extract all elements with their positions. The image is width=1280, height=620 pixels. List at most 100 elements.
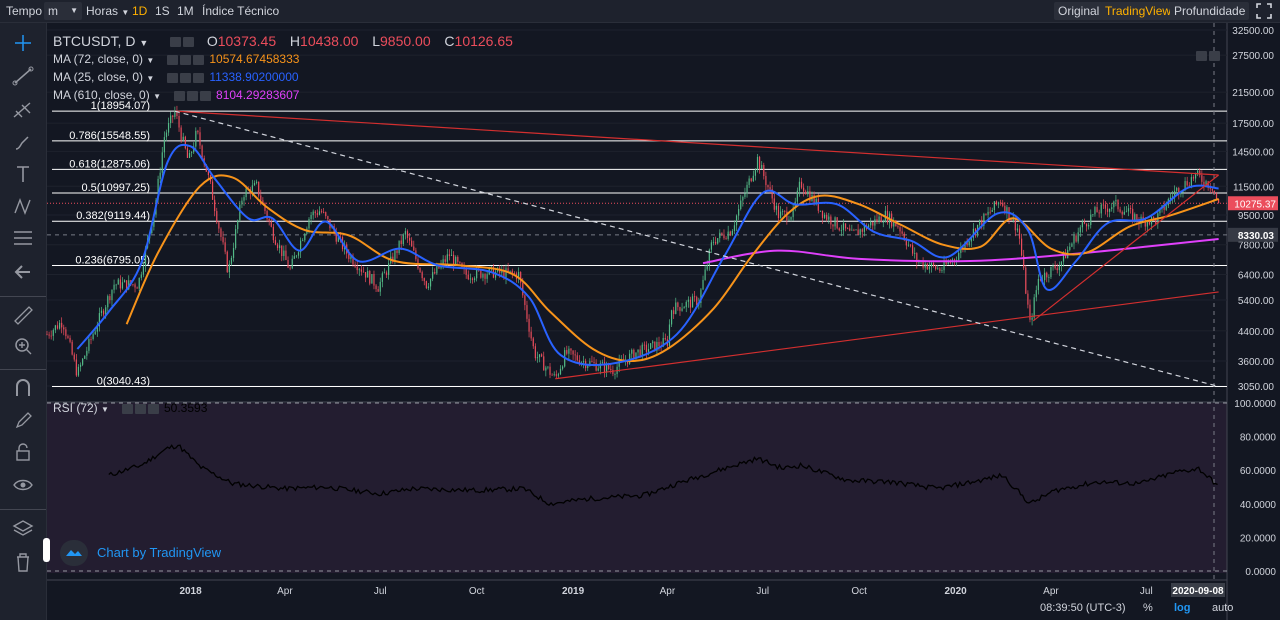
candle-body: [694, 296, 696, 298]
rsi-tick-label: 100.0000: [1234, 399, 1276, 410]
time-tick-label: Apr: [660, 586, 676, 597]
eye-icon[interactable]: [180, 54, 191, 65]
settings-icon[interactable]: [173, 90, 185, 101]
settings-icon[interactable]: [167, 54, 178, 65]
candle-body: [1090, 214, 1092, 226]
candle-body: [788, 219, 790, 221]
candle-body: [304, 233, 306, 241]
candle-body: [754, 169, 757, 176]
ma72-label: MA (72, close, 0): [53, 52, 144, 66]
eye-icon[interactable]: [180, 72, 191, 83]
rsi-label: RSI (72): [53, 401, 98, 415]
candle-body: [243, 197, 245, 201]
panel-collapse-handle[interactable]: [43, 538, 50, 562]
candle-body: [1215, 193, 1218, 200]
candle-body: [752, 175, 754, 182]
candle-body: [1046, 272, 1048, 278]
candle-body: [1052, 265, 1054, 267]
time-tick-label: Oct: [851, 586, 867, 597]
candle-body: [582, 361, 585, 363]
candle-body: [853, 229, 855, 231]
candle-body: [1050, 266, 1052, 278]
settings-icon[interactable]: [183, 37, 195, 48]
candle-body: [442, 259, 444, 264]
settings-icon[interactable]: [170, 37, 182, 48]
candle-body: [1121, 211, 1123, 215]
candle-body: [1123, 211, 1125, 215]
candle-body: [465, 269, 467, 275]
candle-body: [872, 221, 874, 226]
candle-body: [79, 364, 82, 367]
price-tick-label: 21500.00: [1232, 88, 1274, 99]
candle-body: [421, 272, 423, 279]
candle-body: [901, 231, 903, 234]
candle-body: [413, 246, 415, 251]
candle-body: [1054, 265, 1056, 269]
settings-icon[interactable]: [121, 403, 133, 414]
pane-minimize-icon[interactable]: [1209, 50, 1220, 61]
chevron-down-icon[interactable]: ▼: [101, 405, 109, 414]
candle-body: [559, 368, 562, 375]
candle-body: [318, 211, 321, 215]
chevron-down-icon[interactable]: ▼: [153, 92, 161, 101]
candle-body: [773, 198, 775, 210]
candle-body: [100, 310, 103, 314]
candle-body: [312, 211, 314, 216]
pane-maximize-icon[interactable]: [1196, 50, 1207, 61]
candle-body: [855, 229, 857, 231]
ma72-legend[interactable]: MA (72, close, 0) ▼ 10574.67458333: [53, 52, 299, 66]
cursor-date-label: 2020-09-08: [1172, 586, 1224, 597]
eye-icon[interactable]: [134, 403, 146, 414]
candle-body: [765, 175, 767, 186]
candle-body: [429, 278, 432, 287]
candle-body: [446, 254, 448, 262]
candle-body: [696, 297, 698, 306]
ma25-legend[interactable]: MA (25, close, 0) ▼ 11338.90200000: [53, 70, 299, 84]
candle-body: [316, 213, 318, 215]
candle-body: [1058, 265, 1060, 271]
candle-body: [61, 322, 63, 328]
candle-body: [1025, 267, 1027, 294]
candle-body: [375, 285, 377, 290]
rsi-legend[interactable]: RSI (72) ▼ 50.3593: [53, 401, 207, 415]
percent-scale-button[interactable]: %: [1143, 602, 1153, 614]
price-tick-label: 17500.00: [1232, 119, 1274, 130]
candle-body: [232, 248, 235, 258]
candle-body: [279, 245, 281, 249]
candle-body: [819, 210, 821, 212]
candle-body: [520, 271, 522, 283]
close-icon[interactable]: [193, 54, 204, 65]
candle-body: [840, 230, 842, 232]
candle-body: [295, 255, 298, 257]
candle-body: [1027, 293, 1029, 305]
close-icon[interactable]: [147, 403, 159, 414]
candle-body: [645, 344, 648, 352]
auto-scale-button[interactable]: auto: [1212, 602, 1233, 614]
ma25-label: MA (25, close, 0): [53, 70, 144, 84]
ohlc-close-value: 10126.65: [454, 33, 513, 49]
candle-body: [553, 374, 555, 376]
candle-body: [239, 204, 241, 221]
candle-body: [310, 215, 312, 219]
eye-icon[interactable]: [186, 90, 198, 101]
chevron-down-icon[interactable]: ▼: [146, 74, 154, 83]
candle-body: [385, 272, 388, 275]
log-scale-button[interactable]: log: [1174, 602, 1191, 614]
candle-body: [480, 270, 482, 278]
candle-body: [69, 337, 71, 342]
candle-body: [1048, 277, 1050, 278]
candle-body: [450, 254, 453, 256]
ma610-legend[interactable]: MA (610, close, 0) ▼ 8104.29283607: [53, 88, 299, 102]
close-icon[interactable]: [193, 72, 204, 83]
settings-icon[interactable]: [167, 72, 178, 83]
chevron-down-icon[interactable]: ▼: [139, 38, 148, 48]
candle-body: [689, 299, 692, 308]
symbol-name[interactable]: BTCUSDT, D: [53, 33, 135, 49]
candle-body: [473, 278, 476, 280]
close-icon[interactable]: [199, 90, 211, 101]
ma72-value: 10574.67458333: [209, 52, 300, 66]
candle-body: [719, 232, 721, 239]
chevron-down-icon[interactable]: ▼: [146, 56, 154, 65]
candle-body: [1209, 188, 1211, 189]
candle-body: [658, 341, 660, 347]
